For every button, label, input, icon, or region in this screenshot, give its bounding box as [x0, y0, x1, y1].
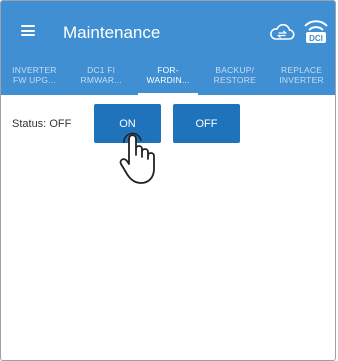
tab-label-line2: FW UPG... — [12, 75, 56, 85]
tab-label-line1: DC1 FI — [87, 65, 116, 75]
status-label: Status: — [12, 118, 47, 130]
app-frame: Maintenance DCI INVERTER FW UPG... DC1 F… — [0, 0, 336, 361]
cloud-sync-icon[interactable] — [269, 23, 295, 41]
page-title: Maintenance — [63, 23, 161, 42]
tab-label-line2: RMWAR... — [80, 75, 122, 85]
tab-label-line1: FOR- — [157, 65, 179, 75]
tab-label-line2: WARDIN... — [146, 75, 190, 85]
dci-icon-text: DCI — [309, 34, 323, 43]
tab-bar: INVERTER FW UPG... DC1 FI RMWAR... FOR- … — [1, 55, 335, 95]
tab-inverter-fw-upgrade[interactable]: INVERTER FW UPG... — [1, 55, 68, 95]
tab-label-line1: BACKUP/ — [215, 65, 255, 75]
app-bar: Maintenance DCI — [1, 1, 335, 55]
off-button[interactable]: OFF — [173, 104, 240, 143]
hamburger-menu-icon[interactable] — [21, 25, 35, 36]
tab-label-line1: REPLACE — [281, 65, 323, 75]
tab-replace-inverter[interactable]: REPLACE INVERTER — [268, 55, 335, 95]
tab-label-line2: RESTORE — [213, 75, 256, 85]
tab-backup-restore[interactable]: BACKUP/ RESTORE — [201, 55, 268, 95]
dci-wifi-icon[interactable]: DCI — [301, 15, 331, 45]
tab-forwarding[interactable]: FOR- WARDIN... — [135, 55, 202, 95]
status-text: Status: OFF — [12, 118, 71, 130]
status-value: OFF — [49, 118, 72, 130]
tab-label-line1: INVERTER — [12, 65, 57, 75]
tab-label-line2: INVERTER — [279, 75, 324, 85]
tab-dc1-firmware[interactable]: DC1 FI RMWAR... — [68, 55, 135, 95]
tap-hand-icon — [119, 132, 155, 184]
